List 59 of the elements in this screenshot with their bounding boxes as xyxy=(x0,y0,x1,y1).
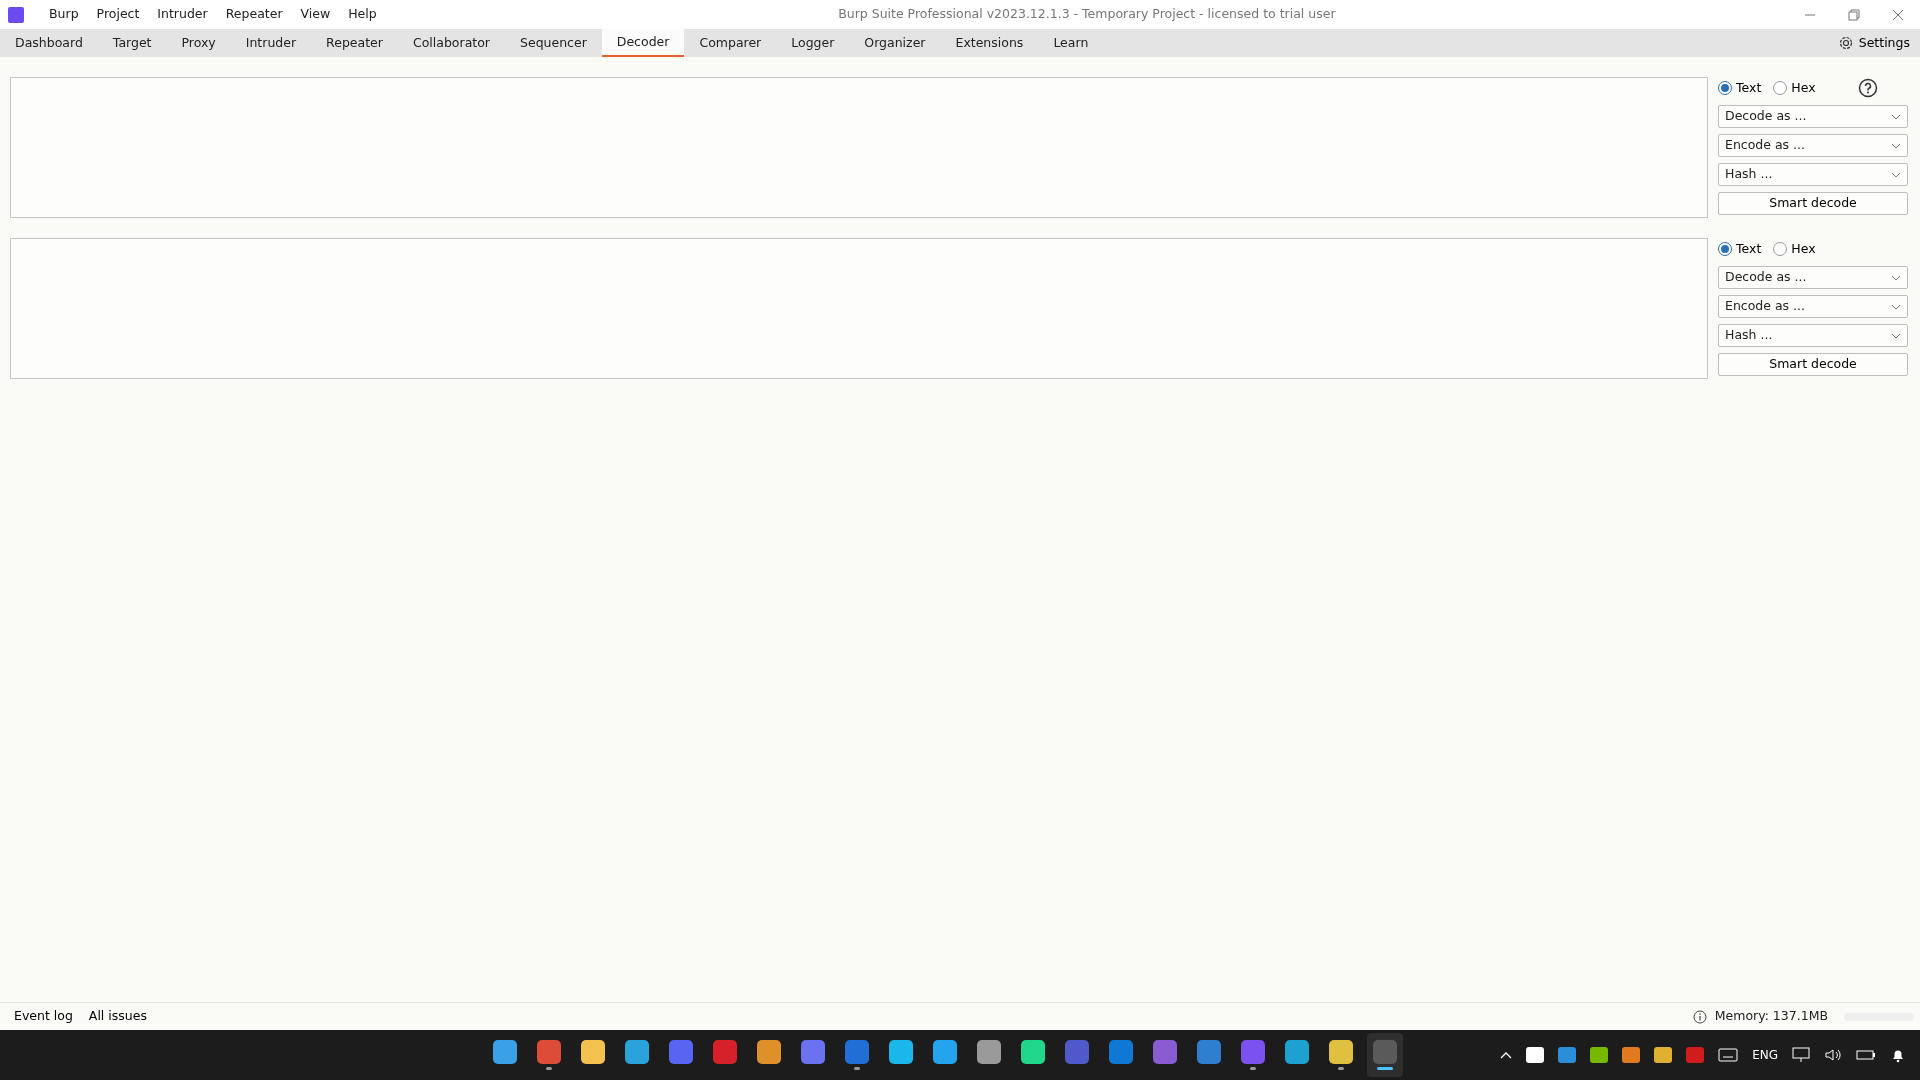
tray-icon[interactable] xyxy=(1526,1047,1545,1063)
tab[interactable]: Collaborator xyxy=(397,29,505,57)
chevron-down-icon xyxy=(1891,332,1901,339)
chevron-down-icon xyxy=(1891,142,1901,149)
tab[interactable]: Organizer xyxy=(849,29,941,57)
tab[interactable]: Sequencer xyxy=(505,29,602,57)
dropdown[interactable]: Decode as ... xyxy=(1718,266,1908,289)
tab[interactable]: Intruder xyxy=(230,29,312,57)
app-logo-icon xyxy=(8,6,24,23)
dropdown[interactable]: Hash ... xyxy=(1718,163,1908,186)
tab[interactable]: Comparer xyxy=(684,29,777,57)
window-title: Burp Suite Professional v2023.12.1.3 - Temporary Project - licensed to trial user xyxy=(837,5,1337,24)
monitor-icon[interactable] xyxy=(1792,1047,1810,1063)
chevron-down-icon xyxy=(1891,303,1901,310)
menu-item[interactable]: Help xyxy=(339,5,386,24)
radio-button[interactable]: Hex xyxy=(1773,239,1816,259)
tab[interactable]: Learn xyxy=(1038,29,1104,57)
info-icon xyxy=(1692,1009,1707,1024)
radio-button[interactable]: Hex xyxy=(1773,78,1816,98)
status-tab[interactable]: All issues xyxy=(80,1007,155,1026)
tab[interactable]: Extensions xyxy=(940,29,1039,57)
speaker-icon[interactable] xyxy=(1824,1047,1842,1063)
radio-button[interactable]: Text xyxy=(1718,78,1762,98)
menu-item[interactable]: Intruder xyxy=(148,5,217,24)
help-icon[interactable] xyxy=(1858,78,1878,98)
tray-icon[interactable] xyxy=(1590,1047,1609,1063)
settings-button[interactable]: Settings xyxy=(1827,29,1920,57)
tab[interactable]: Logger xyxy=(776,29,850,57)
restore-icon[interactable] xyxy=(1848,8,1860,21)
tab[interactable]: Proxy xyxy=(166,29,231,57)
chevron-down-icon xyxy=(1891,274,1901,281)
settings-icon xyxy=(1837,35,1854,51)
dropdown[interactable]: Encode as ... xyxy=(1718,134,1908,157)
tab[interactable]: Repeater xyxy=(311,29,398,57)
battery-icon[interactable] xyxy=(1856,1049,1876,1061)
dropdown[interactable]: Decode as ... xyxy=(1718,105,1908,128)
chevron-up-icon[interactable] xyxy=(1500,1051,1513,1059)
smart-decode-button[interactable]: Smart decode xyxy=(1718,353,1908,376)
chevron-down-icon xyxy=(1891,113,1901,120)
memory-label: Memory: 137.1MB xyxy=(1714,1007,1828,1026)
keyboard-icon[interactable] xyxy=(1718,1048,1739,1062)
radio-button[interactable]: Text xyxy=(1718,239,1762,259)
dropdown[interactable]: Hash ... xyxy=(1718,324,1908,347)
menu-item[interactable]: Repeater xyxy=(216,5,292,24)
chevron-down-icon xyxy=(1891,171,1901,178)
tab[interactable]: Decoder xyxy=(601,29,685,57)
language-indicator[interactable]: ENG xyxy=(1752,1046,1778,1064)
tray-icon[interactable] xyxy=(1654,1047,1673,1063)
tab[interactable]: Target xyxy=(97,29,167,57)
dropdown[interactable]: Encode as ... xyxy=(1718,295,1908,318)
close-icon[interactable] xyxy=(1892,8,1904,21)
menu-item[interactable]: Project xyxy=(87,5,149,24)
tray-icon[interactable] xyxy=(1622,1047,1641,1063)
taskbar-app[interactable] xyxy=(1367,1033,1404,1077)
status-tab[interactable]: Event log xyxy=(6,1007,81,1026)
tab[interactable]: Dashboard xyxy=(0,29,98,57)
menu-item[interactable]: View xyxy=(291,5,340,24)
menu-item[interactable]: Burp xyxy=(40,5,88,24)
smart-decode-button[interactable]: Smart decode xyxy=(1718,192,1908,215)
